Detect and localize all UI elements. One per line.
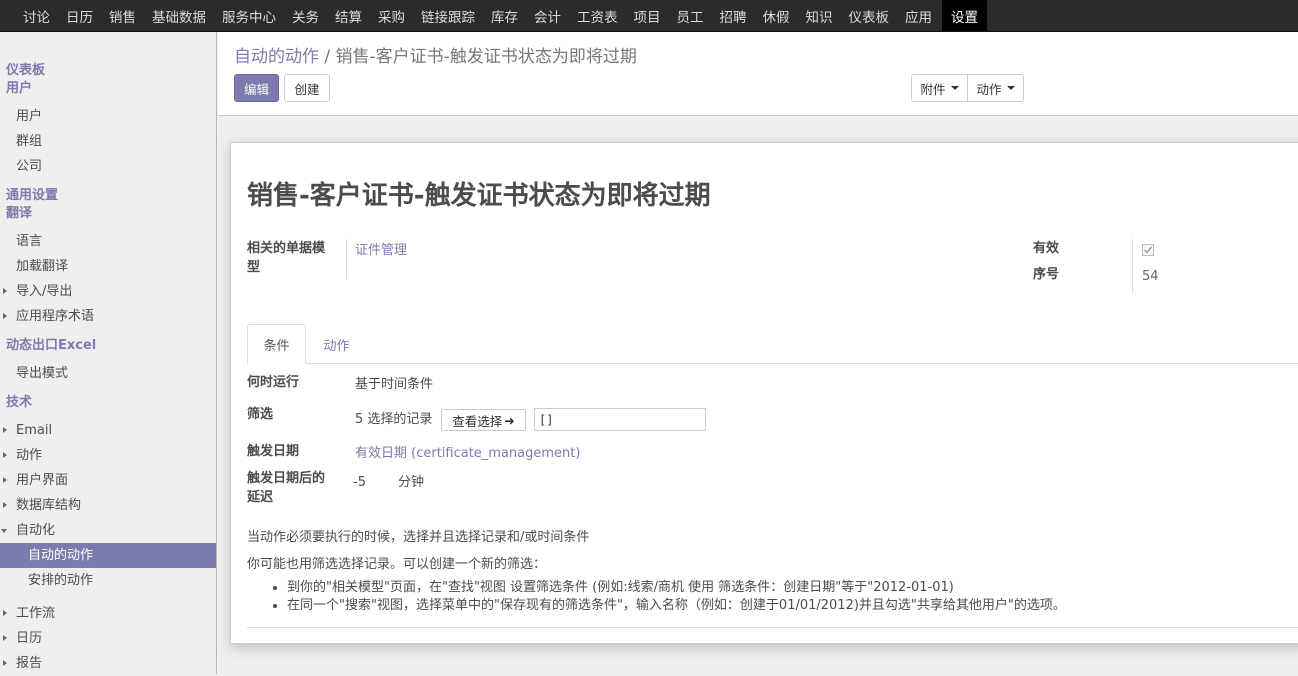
sidebar-users-heading[interactable]: 用户 bbox=[0, 80, 216, 98]
model-value-link[interactable]: 证件管理 bbox=[355, 241, 407, 260]
sequence-label: 序号 bbox=[1033, 267, 1060, 282]
sidebar-technical-heading[interactable]: 技术 bbox=[0, 394, 216, 412]
nav-discuss[interactable]: 讨论 bbox=[15, 0, 58, 31]
caret-down-icon bbox=[950, 86, 959, 90]
filter-domain-input[interactable] bbox=[534, 408, 706, 431]
filter-label: 筛选 bbox=[247, 407, 274, 422]
sidebar: 仪表板 用户 用户 群组 公司 通用设置 翻译 语言 加载翻译 导入/导出 应用… bbox=[0, 32, 217, 674]
help-text-1: 当动作必须要执行的时候，选择并且选择记录和/或时间条件 bbox=[247, 530, 590, 545]
edit-button[interactable]: 编辑 bbox=[234, 74, 279, 102]
breadcrumb-separator: / bbox=[324, 47, 331, 67]
nav-knowledge[interactable]: 知识 bbox=[798, 0, 841, 31]
nav-settlement[interactable]: 结算 bbox=[327, 0, 370, 31]
nav-payroll[interactable]: 工资表 bbox=[569, 0, 626, 31]
action-label: 动作 bbox=[976, 81, 1002, 97]
sidebar-item-user-interface[interactable]: 用户界面 bbox=[0, 468, 216, 493]
nav-customs[interactable]: 关务 bbox=[284, 0, 327, 31]
nav-employees[interactable]: 员工 bbox=[669, 0, 712, 31]
view-selection-button[interactable]: 查看选择 ➜ bbox=[441, 409, 526, 431]
tab-conditions[interactable]: 条件 bbox=[247, 324, 306, 364]
nav-recruitment[interactable]: 招聘 bbox=[712, 0, 755, 31]
breadcrumb: 自动的动作 / 销售-客户证书-触发证书状态为即将过期 bbox=[234, 42, 637, 67]
nav-settings[interactable]: 设置 bbox=[942, 0, 987, 31]
action-dropdown[interactable]: 动作 bbox=[967, 74, 1024, 102]
form-sheet: 销售-客户证书-触发证书状态为即将过期 相关的单据模型 证件管理 有效 序号 5… bbox=[230, 142, 1298, 644]
tab-actions[interactable]: 动作 bbox=[309, 324, 364, 364]
trigger-date-link[interactable]: 有效日期 (certificate_management) bbox=[355, 444, 580, 463]
control-panel: 自动的动作 / 销售-客户证书-触发证书状态为即将过期 编辑 创建 附件 动作 bbox=[218, 32, 1298, 116]
nav-project[interactable]: 项目 bbox=[626, 0, 669, 31]
attachment-label: 附件 bbox=[920, 81, 946, 97]
field-divider bbox=[346, 239, 347, 279]
breadcrumb-parent-link[interactable]: 自动的动作 bbox=[234, 47, 319, 67]
help-bullet-1: 到你的"相关模型"页面，在"查找"视图 设置筛选条件 (例如:线索/商机 使用 … bbox=[287, 579, 1066, 597]
sidebar-item-companies[interactable]: 公司 bbox=[0, 154, 216, 179]
sheet-divider bbox=[247, 627, 1298, 628]
sidebar-dashboard[interactable]: 仪表板 bbox=[0, 62, 216, 80]
nav-inventory[interactable]: 库存 bbox=[483, 0, 526, 31]
create-button[interactable]: 创建 bbox=[284, 74, 330, 102]
nav-helpdesk[interactable]: 服务中心 bbox=[214, 0, 284, 31]
notebook-tabs: 条件 动作 bbox=[247, 324, 1298, 364]
sidebar-item-app-terms[interactable]: 应用程序术语 bbox=[0, 304, 216, 329]
filter-record-count: 5 选择的记录 bbox=[355, 412, 433, 427]
sidebar-item-actions[interactable]: 动作 bbox=[0, 443, 216, 468]
sidebar-excel-export-heading[interactable]: 动态出口Excel bbox=[0, 337, 216, 355]
nav-calendar[interactable]: 日历 bbox=[58, 0, 101, 31]
sidebar-item-users[interactable]: 用户 bbox=[0, 104, 216, 129]
delay-unit: 分钟 bbox=[398, 475, 425, 490]
sidebar-translations-heading[interactable]: 翻译 bbox=[0, 205, 216, 223]
top-navbar: 讨论 日历 销售 基础数据 服务中心 关务 结算 采购 链接跟踪 库存 会计 工… bbox=[0, 0, 1298, 32]
check-icon bbox=[1144, 246, 1153, 254]
sidebar-item-calendar[interactable]: 日历 bbox=[0, 626, 216, 651]
active-checkbox[interactable] bbox=[1142, 244, 1154, 256]
nav-leaves[interactable]: 休假 bbox=[755, 0, 798, 31]
help-bullet-2: 在同一个"搜索"视图，选择菜单中的"保存现有的筛选条件"，输入名称（例如：创建于… bbox=[287, 597, 1066, 615]
sidebar-item-database-structure[interactable]: 数据库结构 bbox=[0, 493, 216, 518]
sidebar-item-load-translation[interactable]: 加载翻译 bbox=[0, 254, 216, 279]
delay-value: -5 bbox=[353, 475, 366, 490]
sidebar-item-scheduled-actions[interactable]: 安排的动作 bbox=[0, 568, 216, 593]
record-title: 销售-客户证书-触发证书状态为即将过期 bbox=[247, 181, 711, 211]
nav-apps[interactable]: 应用 bbox=[897, 0, 940, 31]
arrow-right-icon: ➜ bbox=[504, 412, 515, 428]
when-to-run-value: 基于时间条件 bbox=[355, 377, 434, 392]
attachment-dropdown[interactable]: 附件 bbox=[911, 74, 968, 102]
sidebar-item-automated-actions[interactable]: 自动的动作 bbox=[0, 543, 216, 568]
nav-master-data[interactable]: 基础数据 bbox=[144, 0, 214, 31]
breadcrumb-current: 销售-客户证书-触发证书状态为即将过期 bbox=[335, 47, 637, 67]
delay-label: 触发日期后的延迟 bbox=[247, 471, 326, 505]
field-divider bbox=[1132, 239, 1133, 293]
sidebar-item-groups[interactable]: 群组 bbox=[0, 129, 216, 154]
nav-accounting[interactable]: 会计 bbox=[526, 0, 569, 31]
caret-down-icon bbox=[1006, 86, 1015, 90]
nav-sales[interactable]: 销售 bbox=[101, 0, 144, 31]
sidebar-item-export-mode[interactable]: 导出模式 bbox=[0, 361, 216, 386]
sidebar-item-reports[interactable]: 报告 bbox=[0, 651, 216, 676]
nav-purchase[interactable]: 采购 bbox=[370, 0, 413, 31]
sidebar-item-email[interactable]: Email bbox=[0, 418, 216, 443]
sidebar-item-languages[interactable]: 语言 bbox=[0, 229, 216, 254]
sidebar-item-import-export[interactable]: 导入/导出 bbox=[0, 279, 216, 304]
model-label: 相关的单据模型 bbox=[247, 241, 326, 275]
when-to-run-label: 何时运行 bbox=[247, 375, 300, 390]
nav-link-tracking[interactable]: 链接跟踪 bbox=[413, 0, 483, 31]
view-selection-label: 查看选择 bbox=[452, 413, 503, 429]
help-text-2: 你可能也用筛选选择记录。可以创建一个新的筛选： bbox=[247, 557, 547, 572]
help-bullet-list: 到你的"相关模型"页面，在"查找"视图 设置筛选条件 (例如:线索/商机 使用 … bbox=[271, 579, 1066, 615]
sidebar-item-workflow[interactable]: 工作流 bbox=[0, 601, 216, 626]
nav-dashboard[interactable]: 仪表板 bbox=[841, 0, 898, 31]
sidebar-general-settings[interactable]: 通用设置 bbox=[0, 187, 216, 205]
trigger-date-label: 触发日期 bbox=[247, 444, 300, 459]
sequence-value: 54 bbox=[1142, 269, 1159, 284]
sidebar-item-automation[interactable]: 自动化 bbox=[0, 518, 216, 543]
active-label: 有效 bbox=[1033, 241, 1060, 256]
